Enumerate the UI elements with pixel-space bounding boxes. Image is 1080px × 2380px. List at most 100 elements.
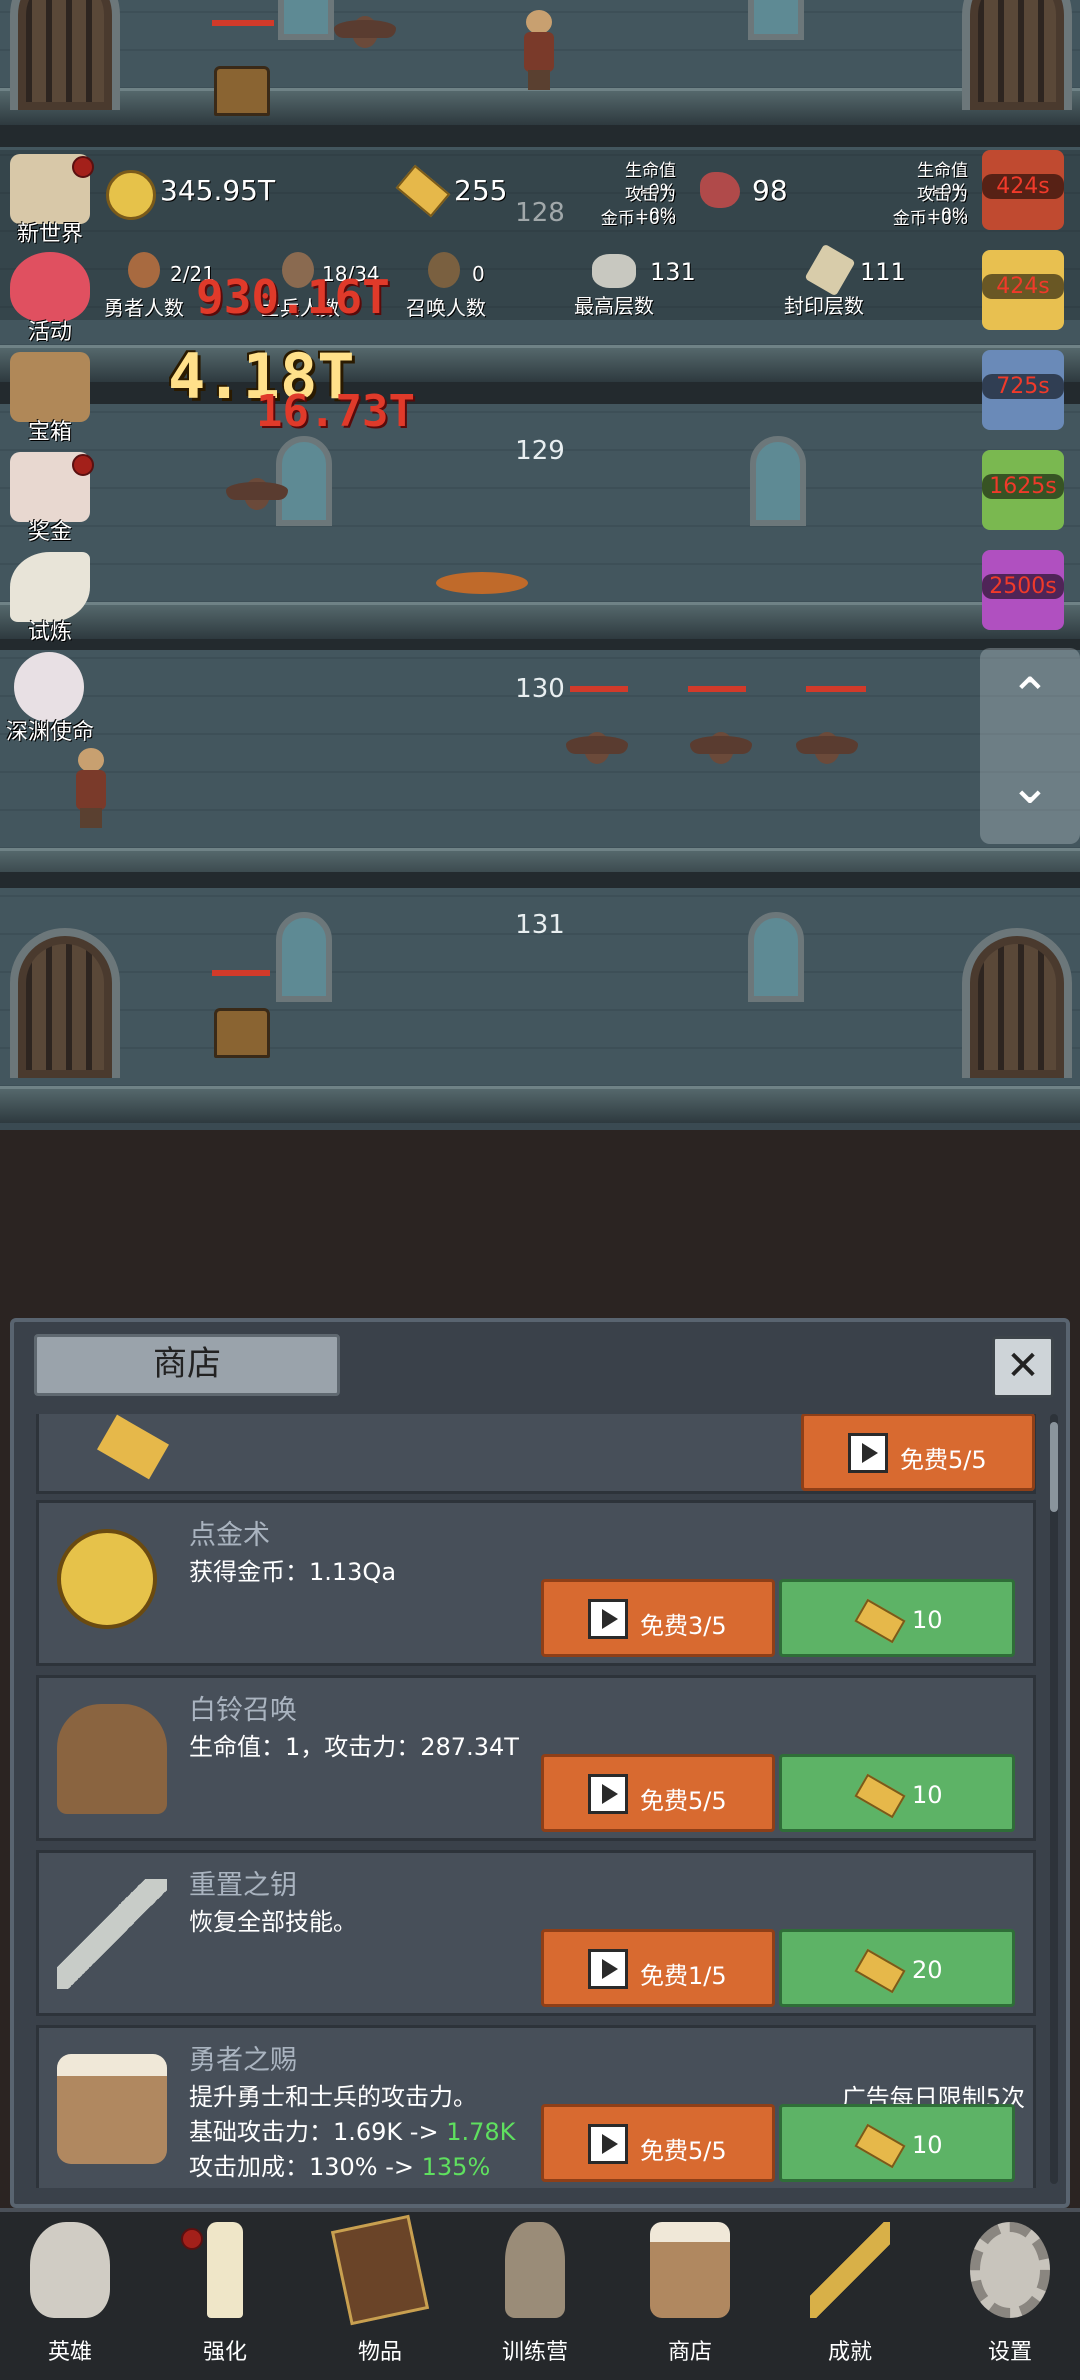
buff-coin: 金币+0%: [600, 209, 676, 229]
watch-ad-button[interactable]: 免费3/5: [541, 1579, 775, 1657]
shop-item: 重置之钥 恢复全部技能。 免费1/5 20: [36, 1850, 1036, 2016]
floor-number: 131: [515, 910, 565, 940]
gear-icon: [970, 2222, 1050, 2318]
side-label: 宝箱: [27, 420, 72, 445]
buff-timer-slot[interactable]: 1625s: [982, 450, 1064, 530]
heart-icon: [10, 252, 90, 322]
attack-bonus-new: 135%: [421, 2153, 491, 2181]
notification-dot: [181, 2228, 203, 2250]
buy-with-gold-bar-button[interactable]: 10: [779, 1754, 1015, 1832]
bat-enemy: [796, 722, 858, 772]
seal-floor: 111: [860, 258, 906, 286]
watch-ad-label: 免费5/5: [900, 1446, 987, 1474]
item-name: 勇者之赐: [189, 2045, 297, 2076]
summon-girl-icon: [57, 1704, 167, 1814]
hero-character: [520, 10, 556, 90]
gold-bar-icon: [854, 2123, 906, 2169]
feather-icon: [10, 552, 90, 622]
nav-upgrade[interactable]: 强化: [155, 2222, 295, 2372]
video-icon: [588, 2124, 628, 2164]
door: [10, 0, 120, 110]
buy-with-gold-bar-button[interactable]: 20: [779, 1929, 1015, 2007]
buy-with-gold-bar-button[interactable]: 10: [779, 1579, 1015, 1657]
gold-coin-icon: [106, 170, 156, 220]
scroll-down-button[interactable]: ⌄: [1000, 756, 1060, 816]
buff-timer-slot[interactable]: 725s: [982, 350, 1064, 430]
nav-settings[interactable]: 设置: [940, 2222, 1080, 2372]
window: [748, 0, 804, 40]
scrollbar-track[interactable]: [1050, 1414, 1058, 2184]
scroll-up-button[interactable]: ⌃: [1000, 666, 1060, 726]
summons-label: 召唤人数: [406, 296, 486, 320]
desc-line: 基础攻击力：1.69K -> 1.78K: [189, 2115, 515, 2150]
damage-number: 16.73T: [256, 386, 415, 437]
buff-timer-slot[interactable]: 2500s: [982, 550, 1064, 630]
chest-mimic[interactable]: [214, 66, 270, 116]
side-bonus-button[interactable]: 奖金: [0, 448, 100, 545]
side-abyss-button[interactable]: 深渊使命: [0, 648, 100, 745]
chest-mimic[interactable]: [214, 1008, 270, 1058]
stone-icon: [592, 254, 636, 288]
side-chest-button[interactable]: 宝箱: [0, 348, 100, 445]
nav-label: 英雄: [47, 2340, 92, 2365]
nav-label: 强化: [202, 2340, 247, 2365]
beer-mug-icon: [650, 2222, 730, 2318]
treasure-chest-icon: [10, 352, 90, 422]
buff-coin: 金币+0%: [892, 209, 968, 229]
heroes-label: 勇者人数: [104, 296, 184, 320]
enemy-hp-bar: [806, 686, 866, 692]
shop-item-list[interactable]: 免费5/5 点金术 获得金币：1.13Qa 免费3/5 10 白铃召唤 生命值：…: [36, 1414, 1048, 2188]
video-icon: [848, 1433, 888, 1473]
watch-ad-label: 免费5/5: [640, 1787, 727, 1815]
nav-training[interactable]: 训练营: [465, 2222, 605, 2372]
desc-line: 提升勇士和士兵的攻击力。: [189, 2083, 477, 2111]
door: [10, 928, 120, 1078]
base-attack-text: 基础攻击力：1.69K ->: [189, 2118, 447, 2146]
key-icon: [810, 2222, 890, 2318]
side-new-world-button[interactable]: 新世界: [0, 150, 100, 247]
nav-label: 商店: [667, 2340, 712, 2365]
buff-timer-slot[interactable]: 424s: [982, 150, 1064, 230]
watch-ad-label: 免费1/5: [640, 1962, 727, 1990]
price-label: 10: [912, 1606, 943, 1634]
floor-scroll-control: ⌃ ⌄: [980, 648, 1080, 844]
side-label: 奖金: [27, 520, 72, 545]
side-label: 活动: [27, 320, 72, 345]
loot-pile: [436, 572, 528, 594]
window: [748, 912, 804, 1002]
bat-enemy: [690, 722, 752, 772]
summons-count: 0: [472, 262, 485, 286]
enemy-hp-bar: [570, 686, 628, 692]
buff-timer-slot[interactable]: 424s: [982, 250, 1064, 330]
window: [278, 0, 334, 40]
watch-ad-button[interactable]: 免费5/5: [541, 2104, 775, 2182]
shop-item: 点金术 获得金币：1.13Qa 免费3/5 10: [36, 1500, 1036, 1666]
item-name: 白铃召唤: [189, 1695, 297, 1726]
shop-panel: 商店 ✕ 免费5/5 点金术 获得金币：1.13Qa 免费3/5 10 白铃召唤…: [10, 1318, 1070, 2208]
timer-text: 725s: [982, 374, 1064, 399]
nav-heroes[interactable]: 英雄: [0, 2222, 140, 2372]
nav-shop[interactable]: 商店: [620, 2222, 760, 2372]
scrollbar-thumb[interactable]: [1050, 1422, 1058, 1512]
side-event-button[interactable]: 活动: [0, 248, 100, 345]
watch-ad-button[interactable]: 免费5/5: [541, 1754, 775, 1832]
beer-mug-icon: [57, 2054, 167, 2164]
video-icon: [588, 1774, 628, 1814]
buy-with-gold-bar-button[interactable]: 10: [779, 2104, 1015, 2182]
gold-bar-icon: [97, 1414, 169, 1480]
base-attack-new: 1.78K: [446, 2118, 516, 2146]
side-trial-button[interactable]: 试炼: [0, 548, 100, 645]
watch-ad-button[interactable]: 免费1/5: [541, 1929, 775, 2007]
meat-icon: [700, 172, 740, 208]
gold-bar-icon: [854, 1598, 906, 1644]
hero-character: [72, 748, 108, 828]
watch-ad-button[interactable]: 免费5/5: [801, 1414, 1035, 1491]
floor-number: 130: [515, 674, 565, 704]
seal-floor-label: 封印层数: [784, 294, 864, 318]
notification-dot: [72, 156, 94, 178]
nav-items[interactable]: 物品: [310, 2214, 450, 2372]
video-icon: [588, 1949, 628, 1989]
close-button[interactable]: ✕: [992, 1336, 1054, 1398]
nav-achievements[interactable]: 成就: [780, 2222, 920, 2372]
bat-enemy: [566, 722, 628, 772]
